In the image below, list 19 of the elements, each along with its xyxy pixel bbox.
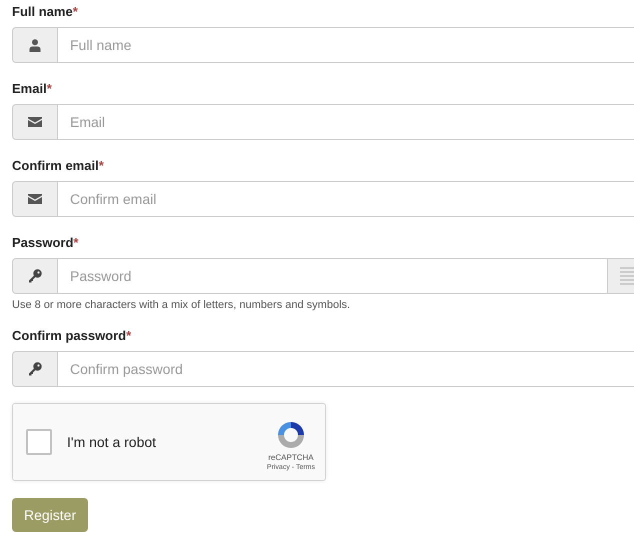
- field-label: Confirm email*: [12, 157, 105, 175]
- person-icon: [29, 38, 41, 52]
- envelope-icon: [28, 117, 42, 127]
- key-icon: [28, 362, 42, 376]
- input-field[interactable]: Confirm password: [58, 351, 634, 387]
- input-field[interactable]: Email: [58, 104, 634, 140]
- field-label: Password*: [12, 234, 80, 252]
- input-field[interactable]: Full name: [58, 27, 634, 63]
- input-field[interactable]: Confirm email: [58, 181, 634, 217]
- help-text: Use 8 or more characters with a mix of letters, numbers and symbols.: [12, 299, 352, 311]
- captcha-brand: reCAPTCHA: [268, 453, 314, 462]
- field-label: Full name*: [12, 3, 79, 21]
- key-icon: [28, 269, 42, 283]
- captcha-label: I'm not a robot: [67, 434, 158, 450]
- envelope-icon: [28, 194, 42, 204]
- field-label: Confirm password*: [12, 327, 132, 345]
- checkbox[interactable]: [26, 429, 52, 455]
- input-field[interactable]: Password: [58, 258, 608, 294]
- field-label: Email*: [12, 80, 53, 98]
